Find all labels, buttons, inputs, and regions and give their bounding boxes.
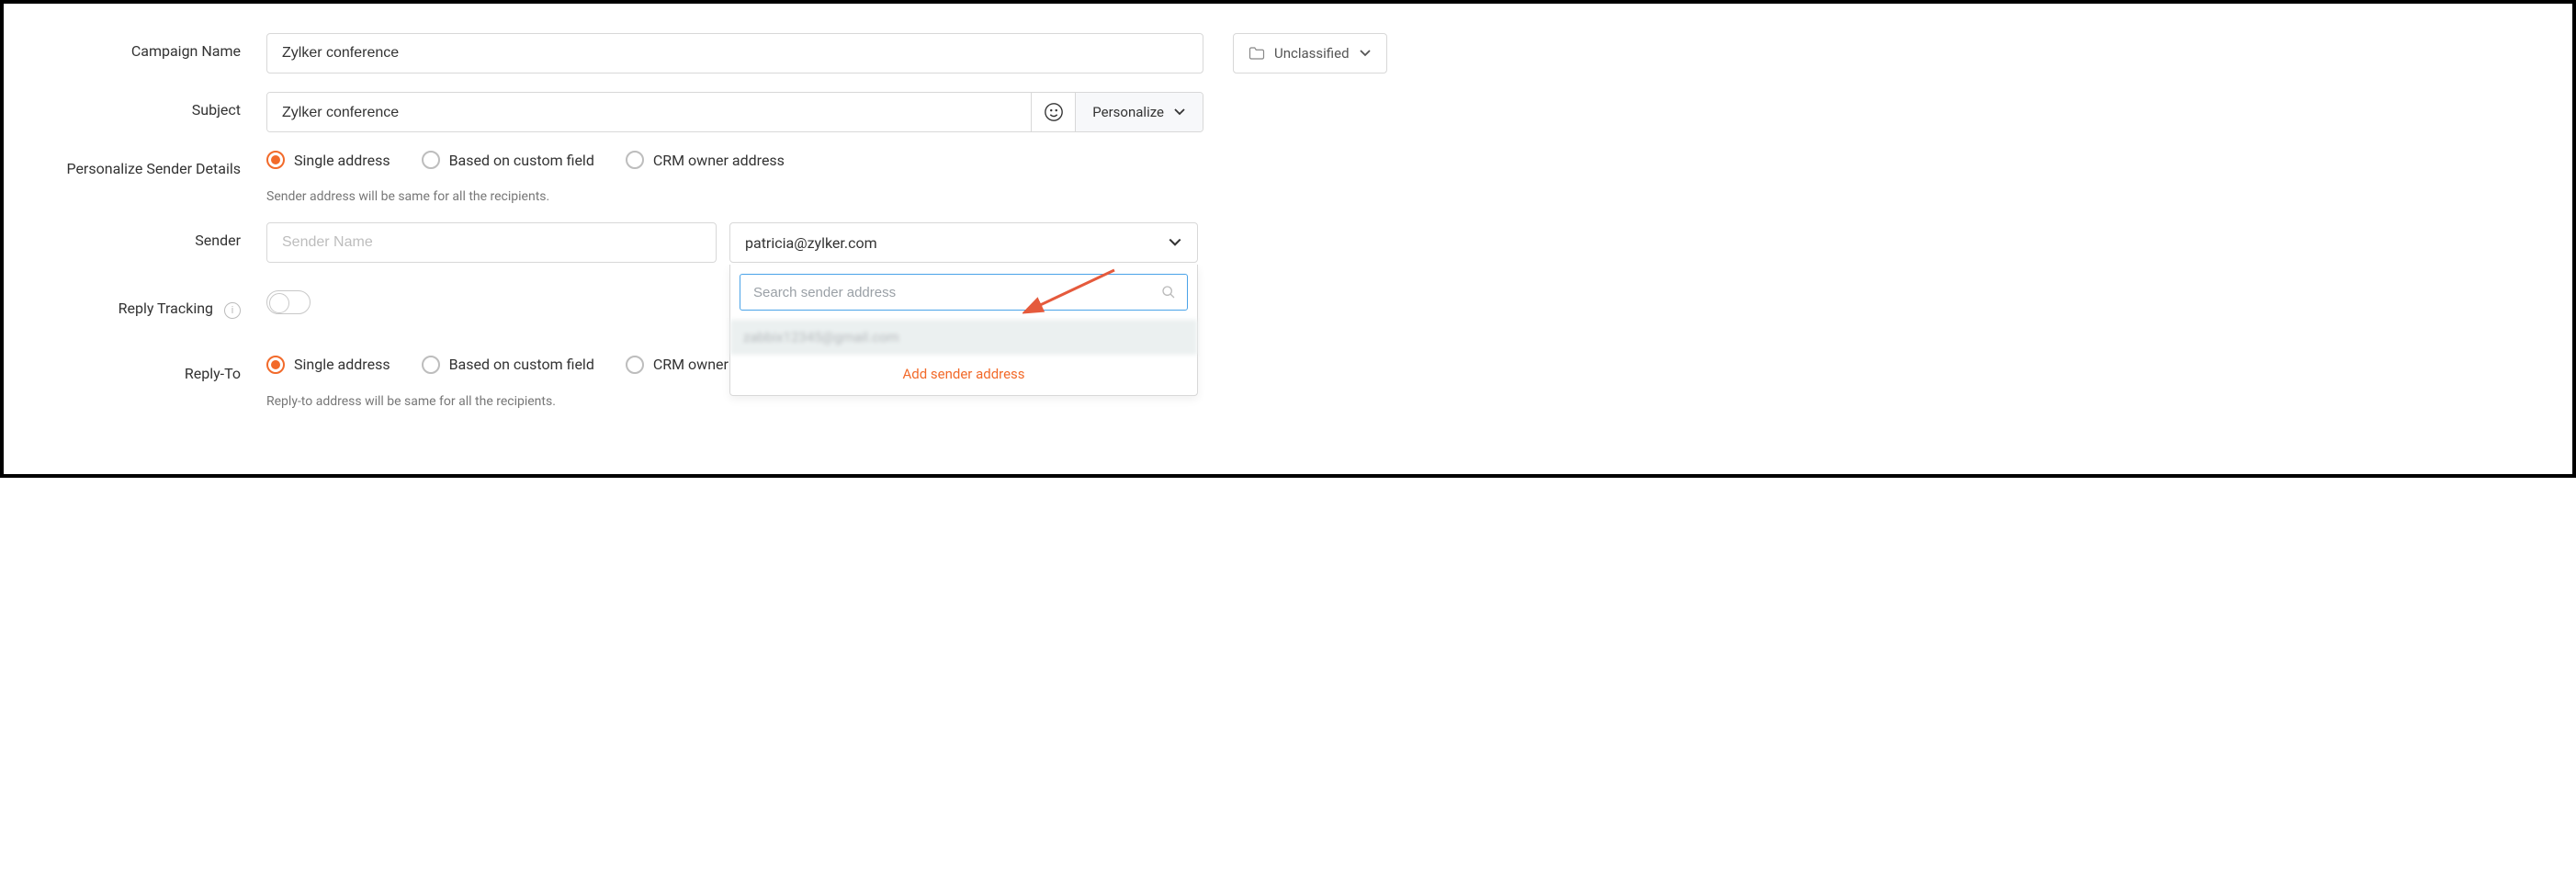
personalize-button[interactable]: Personalize	[1075, 93, 1203, 131]
label-reply-tracking: Reply Tracking i	[37, 290, 266, 319]
info-icon[interactable]: i	[224, 302, 241, 319]
radio-label: Based on custom field	[449, 356, 594, 373]
add-sender-address-link[interactable]: Add sender address	[730, 355, 1197, 395]
search-sender-input[interactable]	[751, 284, 1154, 301]
reply-tracking-text: Reply Tracking	[119, 300, 213, 317]
row-reply-to: Reply-To Single address Based on custom …	[37, 356, 2539, 409]
field-reply-tracking	[266, 290, 2539, 314]
field-reply-to: Single address Based on custom field CRM…	[266, 356, 2539, 409]
field-subject: Personalize	[266, 92, 2539, 132]
sender-email-select[interactable]: patricia@zylker.com	[729, 222, 1198, 263]
emoji-button[interactable]	[1031, 93, 1075, 131]
row-personalize-sender: Personalize Sender Details Single addres…	[37, 151, 2539, 204]
label-subject: Subject	[37, 92, 266, 119]
row-campaign-name: Campaign Name Unclassified	[37, 33, 2539, 74]
personalize-label: Personalize	[1092, 104, 1164, 120]
radio-crm-owner[interactable]: CRM owner address	[626, 151, 785, 169]
folder-icon	[1248, 46, 1265, 61]
dropdown-search-container	[730, 265, 1197, 320]
sender-email-value: patricia@zylker.com	[745, 234, 877, 252]
reply-to-radio-group: Single address Based on custom field CRM…	[266, 356, 785, 374]
radio-custom-field[interactable]: Based on custom field	[422, 151, 594, 169]
unclassified-button[interactable]: Unclassified	[1233, 33, 1387, 74]
search-icon	[1161, 285, 1176, 300]
subject-input[interactable]	[267, 93, 1031, 132]
sender-name-input[interactable]	[266, 222, 717, 263]
row-sender: Sender patricia@zylker.com	[37, 222, 2539, 263]
radio-replyto-custom[interactable]: Based on custom field	[422, 356, 594, 374]
label-personalize-sender: Personalize Sender Details	[37, 151, 266, 177]
form-container: Campaign Name Unclassified Subject	[0, 0, 2576, 478]
row-subject: Subject Personalize	[37, 92, 2539, 132]
radio-icon	[626, 151, 644, 169]
label-reply-to: Reply-To	[37, 356, 266, 382]
radio-label: Based on custom field	[449, 152, 594, 169]
radio-icon	[626, 356, 644, 374]
subject-group: Personalize	[266, 92, 1203, 132]
sender-email-dropdown: zabbix12345@gmail.com Add sender address	[729, 265, 1198, 396]
radio-icon	[422, 151, 440, 169]
reply-to-help: Reply-to address will be same for all th…	[266, 394, 2539, 409]
label-campaign-name: Campaign Name	[37, 33, 266, 60]
field-personalize-sender: Single address Based on custom field CRM…	[266, 151, 2539, 204]
radio-icon	[266, 356, 285, 374]
radio-replyto-single[interactable]: Single address	[266, 356, 390, 374]
field-sender: patricia@zylker.com zabbix12345@gmail.co…	[266, 222, 2539, 263]
smile-icon	[1044, 102, 1064, 122]
radio-icon	[422, 356, 440, 374]
field-campaign-name: Unclassified	[266, 33, 2539, 74]
radio-single-address[interactable]: Single address	[266, 151, 390, 169]
reply-tracking-toggle[interactable]	[266, 290, 311, 314]
campaign-name-input[interactable]	[266, 33, 1203, 74]
sender-option[interactable]: zabbix12345@gmail.com	[730, 320, 1197, 355]
radio-label: Single address	[294, 152, 390, 169]
label-sender: Sender	[37, 222, 266, 249]
sender-details-radio-group: Single address Based on custom field CRM…	[266, 151, 785, 169]
dropdown-search	[740, 274, 1188, 311]
radio-icon	[266, 151, 285, 169]
unclassified-label: Unclassified	[1274, 45, 1350, 62]
radio-label: Single address	[294, 356, 390, 373]
chevron-down-icon	[1359, 49, 1372, 58]
chevron-down-icon	[1168, 237, 1182, 248]
radio-label: CRM owner address	[653, 152, 785, 169]
sender-details-help: Sender address will be same for all the …	[266, 189, 2539, 204]
chevron-down-icon	[1173, 107, 1186, 117]
row-reply-tracking: Reply Tracking i	[37, 290, 2539, 319]
